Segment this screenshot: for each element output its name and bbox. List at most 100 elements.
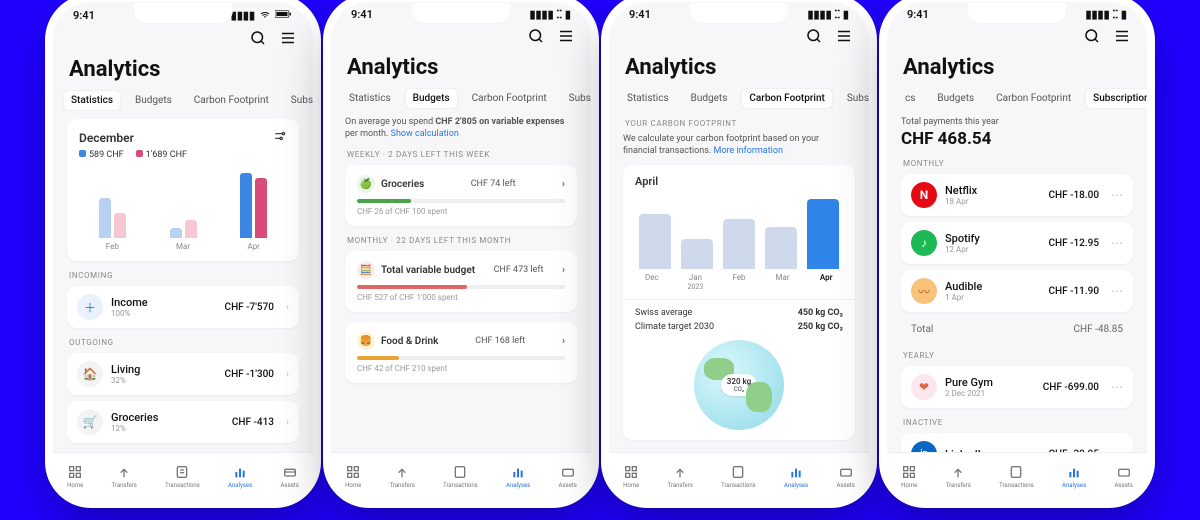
chevron-right-icon: › [286, 369, 289, 380]
total-label: Total payments this year [901, 117, 1133, 127]
tab-subscriptions[interactable]: Subsc [561, 88, 591, 109]
apple-icon: 🍏 [357, 175, 375, 193]
page-title: Analytics [331, 49, 591, 88]
search-icon[interactable] [1083, 27, 1101, 49]
top-bar [53, 25, 313, 51]
status-time: 9:41 [907, 8, 929, 21]
menu-icon[interactable] [279, 29, 297, 51]
sum-icon: 🧮 [357, 261, 375, 279]
tab-statistics[interactable]: Statistics [341, 88, 399, 109]
sub-row-spotify[interactable]: ♪ Spotify12 Apr CHF -12.95⋯ [901, 222, 1133, 264]
tab-subscriptions[interactable]: Subscriptions [283, 90, 313, 111]
tab-budgets[interactable]: Budgets [405, 88, 458, 109]
page-title: Analytics [887, 49, 1147, 88]
bar-mar [765, 227, 797, 269]
nav-home[interactable]: Home [345, 464, 361, 489]
bar-jan [681, 239, 713, 269]
outgoing-row-groceries[interactable]: 🛒 Groceries 12% CHF -413 › [67, 401, 299, 443]
menu-icon[interactable] [557, 27, 575, 49]
nav-transfers[interactable]: Transfers [946, 464, 971, 489]
tab-subscriptions[interactable]: Subscriptions [1085, 88, 1147, 109]
more-icon[interactable]: ⋯ [1111, 236, 1123, 250]
tab-carbon[interactable]: Carbon Footprint [464, 88, 555, 109]
income-name: Income [111, 296, 217, 309]
content-scroll[interactable]: Total payments this year CHF 468.54 MONT… [887, 109, 1147, 487]
tab-budgets[interactable]: Budgets [127, 90, 180, 111]
spotify-icon: ♪ [911, 230, 937, 256]
menu-icon[interactable] [835, 27, 853, 49]
tab-subscriptions[interactable]: Subsc [839, 88, 869, 109]
content-scroll[interactable]: On average you spend CHF 2'805 on variab… [331, 109, 591, 487]
chevron-right-icon: › [562, 179, 565, 190]
sub-row-puregym[interactable]: ❤ Pure Gym2 Dec 2021 CHF -699.00⋯ [901, 366, 1133, 408]
nav-analyses[interactable]: Analyses [1062, 464, 1086, 489]
outgoing-row-living[interactable]: 🏠 Living 32% CHF -1'300 › [67, 353, 299, 395]
inactive-label: INACTIVE [903, 418, 1131, 427]
nav-home[interactable]: Home [67, 464, 83, 489]
nav-analyses[interactable]: Analyses [784, 464, 808, 489]
more-icon[interactable]: ⋯ [1111, 188, 1123, 202]
search-icon[interactable] [527, 27, 545, 49]
tab-budgets[interactable]: Budgets [929, 88, 982, 109]
nav-transfers[interactable]: Transfers [390, 464, 415, 489]
more-icon[interactable]: ⋯ [1111, 284, 1123, 298]
weekly-label: WEEKLY · 2 days left this week [347, 150, 575, 159]
content-scroll[interactable]: December 589 CHF 1'689 CHF [53, 111, 313, 489]
food-icon: 🍔 [357, 332, 375, 350]
search-icon[interactable] [805, 27, 823, 49]
nav-home[interactable]: Home [623, 464, 639, 489]
tab-statistics[interactable]: Statistics [619, 88, 677, 109]
home-icon: 🏠 [77, 361, 103, 387]
nav-assets[interactable]: Assets [280, 464, 298, 489]
show-calculation-link[interactable]: Show calculation [391, 129, 459, 139]
nav-analyses[interactable]: Analyses [228, 464, 252, 489]
status-icons: ▮▮▮▮ [231, 8, 293, 23]
status-icons: ▮▮▮▮ ⵆ ▮ [807, 8, 849, 21]
nav-assets[interactable]: Assets [1114, 464, 1132, 489]
menu-icon[interactable] [1113, 27, 1131, 49]
content-scroll[interactable]: YOUR CARBON FOOTPRINT We calculate your … [609, 109, 869, 487]
tab-budgets[interactable]: Budgets [683, 88, 736, 109]
top-bar [887, 23, 1147, 49]
nav-transactions[interactable]: Transactions [721, 464, 756, 489]
budget-food-drink[interactable]: 🍔Food & Drink CHF 168 left› CHF 42 of CH… [345, 322, 577, 383]
filter-icon[interactable] [273, 129, 287, 146]
phone-carbon: 9:41 ▮▮▮▮ ⵆ ▮ Analytics Statistics Budge… [609, 2, 869, 500]
audible-icon: 〰 [911, 278, 937, 304]
signal-icon: ▮▮▮▮ [231, 9, 255, 22]
carbon-bar-chart [635, 194, 843, 269]
search-icon[interactable] [249, 29, 267, 51]
monthly-label: MONTHLY [903, 159, 1131, 168]
chevron-right-icon: › [286, 302, 289, 313]
tab-carbon[interactable]: Carbon Footprint [741, 88, 832, 109]
nav-transfers[interactable]: Transfers [668, 464, 693, 489]
bar-dec [639, 214, 671, 269]
bar-chart [79, 168, 287, 238]
tab-statistics[interactable]: cs [897, 88, 923, 109]
nav-analyses[interactable]: Analyses [506, 464, 530, 489]
netflix-icon: N [911, 182, 937, 208]
carbon-chart-card: April Dec Jan2023 Feb Mar Apr Swiss aver… [623, 165, 855, 440]
nav-transactions[interactable]: Transactions [999, 464, 1034, 489]
budget-groceries[interactable]: 🍏Groceries CHF 74 left› CHF 26 of CHF 10… [345, 165, 577, 226]
sub-row-audible[interactable]: 〰 Audible1 Apr CHF -11.90⋯ [901, 270, 1133, 312]
nav-home[interactable]: Home [901, 464, 917, 489]
outgoing-label: OUTGOING [69, 338, 297, 347]
tab-carbon[interactable]: Carbon Footprint [186, 90, 277, 111]
nav-transactions[interactable]: Transactions [165, 464, 200, 489]
page-title: Analytics [609, 49, 869, 88]
sub-row-netflix[interactable]: N Netflix18 Apr CHF -18.00⋯ [901, 174, 1133, 216]
nav-assets[interactable]: Assets [836, 464, 854, 489]
budget-total-variable[interactable]: 🧮Total variable budget CHF 473 left› CHF… [345, 251, 577, 312]
tab-statistics[interactable]: Statistics [63, 90, 121, 111]
nav-transfers[interactable]: Transfers [112, 464, 137, 489]
more-info-link[interactable]: More information [713, 146, 782, 156]
income-row[interactable]: ＋ Income 100% CHF -7'570 › [67, 286, 299, 328]
bar-feb [723, 219, 755, 269]
more-icon[interactable]: ⋯ [1111, 380, 1123, 394]
stat-climate-target: Climate target 2030250 kg CO₂ [635, 322, 843, 332]
month-chart-card: December 589 CHF 1'689 CHF [67, 119, 299, 261]
tab-carbon[interactable]: Carbon Footprint [988, 88, 1079, 109]
nav-assets[interactable]: Assets [558, 464, 576, 489]
nav-transactions[interactable]: Transactions [443, 464, 478, 489]
